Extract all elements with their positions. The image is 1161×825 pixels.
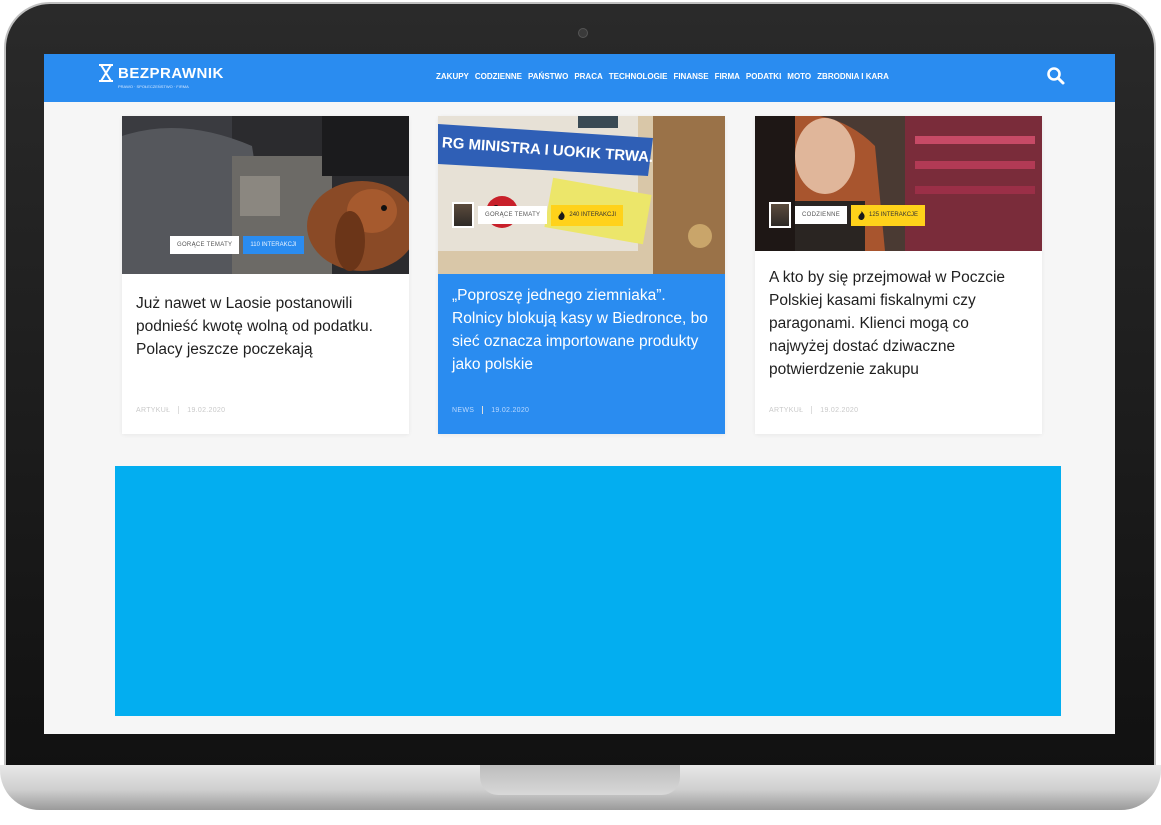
card-meta: ARTYKUŁ 19.02.2020 bbox=[136, 406, 225, 414]
card-image[interactable]: GORĄCE TEMATY 110 INTERAKCJI bbox=[122, 116, 409, 274]
nav-item-moto[interactable]: MOTO bbox=[787, 72, 811, 81]
card-meta: NEWS 19.02.2020 bbox=[452, 406, 529, 414]
site-name: BEZPRAWNIK bbox=[118, 64, 224, 82]
hourglass-logo-icon bbox=[99, 64, 113, 82]
site-logo[interactable]: BEZPRAWNIK PRAWO · SPOŁECZEŃSTWO · FIRMA bbox=[98, 64, 224, 89]
author-avatar[interactable] bbox=[769, 202, 791, 228]
category-badge[interactable]: GORĄCE TEMATY bbox=[170, 236, 240, 254]
interactions-count: 240 INTERAKCJI bbox=[569, 212, 617, 218]
nav-item-firma[interactable]: FIRMA bbox=[715, 72, 740, 81]
search-icon[interactable] bbox=[1046, 66, 1066, 86]
laptop-base-notch bbox=[480, 765, 680, 795]
interactions-badge[interactable]: 240 INTERAKCJI bbox=[551, 204, 624, 226]
category-badge[interactable]: GORĄCE TEMATY bbox=[478, 206, 548, 224]
meta-divider bbox=[482, 406, 484, 414]
card-date: 19.02.2020 bbox=[820, 406, 859, 414]
fire-icon bbox=[558, 210, 565, 220]
interactions-count: 125 INTERAKCJE bbox=[869, 212, 919, 218]
main-menu: ZAKUPY CODZIENNE PAŃSTWO PRACA TECHNOLOG… bbox=[436, 72, 889, 81]
camera-icon bbox=[578, 28, 588, 38]
featured-article-card[interactable]: RG MINISTRA I UOKIK TRWA.. GORĄCE TEMATY… bbox=[438, 116, 725, 434]
card-type: ARTYKUŁ bbox=[136, 406, 171, 414]
article-card[interactable]: GORĄCE TEMATY 110 INTERAKCJI Już nawet w… bbox=[122, 116, 409, 434]
card-image[interactable]: RG MINISTRA I UOKIK TRWA.. GORĄCE TEMATY… bbox=[438, 116, 725, 274]
card-title[interactable]: Już nawet w Laosie postanowili podnieść … bbox=[136, 292, 398, 361]
nav-item-panstwo[interactable]: PAŃSTWO bbox=[528, 72, 568, 81]
article-card[interactable]: CODZIENNE 125 INTERAKCJE A kto by się pr… bbox=[755, 116, 1042, 434]
card-badges: GORĄCE TEMATY 110 INTERAKCJI bbox=[170, 236, 304, 254]
nav-item-praca[interactable]: PRACA bbox=[574, 72, 602, 81]
category-badge[interactable]: CODZIENNE bbox=[795, 206, 848, 224]
fire-icon bbox=[858, 210, 865, 220]
nav-item-zbrodnia-i-kara[interactable]: ZBRODNIA I KARA bbox=[817, 72, 889, 81]
card-badges: CODZIENNE 125 INTERAKCJE bbox=[769, 202, 926, 228]
card-type: ARTYKUŁ bbox=[769, 406, 804, 414]
woman-in-store-photo bbox=[755, 116, 1042, 251]
card-date: 19.02.2020 bbox=[187, 406, 226, 414]
nav-item-codzienne[interactable]: CODZIENNE bbox=[475, 72, 522, 81]
top-navigation-bar: BEZPRAWNIK PRAWO · SPOŁECZEŃSTWO · FIRMA… bbox=[44, 54, 1115, 102]
card-type: NEWS bbox=[452, 406, 475, 414]
meta-divider bbox=[811, 406, 813, 414]
advertisement-banner[interactable] bbox=[115, 466, 1061, 716]
card-image[interactable]: CODZIENNE 125 INTERAKCJE bbox=[755, 116, 1042, 251]
card-title[interactable]: A kto by się przejmował w Poczcie Polski… bbox=[769, 266, 1031, 381]
interactions-badge[interactable]: 125 INTERAKCJE bbox=[851, 204, 926, 226]
author-avatar[interactable] bbox=[452, 202, 474, 228]
interactions-badge[interactable]: 110 INTERAKCJI bbox=[243, 236, 304, 254]
card-meta: ARTYKUŁ 19.02.2020 bbox=[769, 406, 858, 414]
nav-item-zakupy[interactable]: ZAKUPY bbox=[436, 72, 469, 81]
card-date: 19.02.2020 bbox=[491, 406, 530, 414]
ministra-uokik-sign-photo: RG MINISTRA I UOKIK TRWA.. bbox=[438, 116, 725, 274]
card-title[interactable]: „Poproszę jednego ziemniaka”. Rolnicy bl… bbox=[452, 284, 714, 376]
nav-item-finanse[interactable]: FINANSE bbox=[673, 72, 708, 81]
meta-divider bbox=[178, 406, 180, 414]
nav-item-technologie[interactable]: TECHNOLOGIE bbox=[609, 72, 668, 81]
card-badges: GORĄCE TEMATY 240 INTERAKCJI bbox=[452, 202, 624, 228]
site-tagline: PRAWO · SPOŁECZEŃSTWO · FIRMA bbox=[118, 84, 189, 89]
nav-item-podatki[interactable]: PODATKI bbox=[746, 72, 781, 81]
browser-screen: BEZPRAWNIK PRAWO · SPOŁECZEŃSTWO · FIRMA… bbox=[44, 54, 1115, 734]
